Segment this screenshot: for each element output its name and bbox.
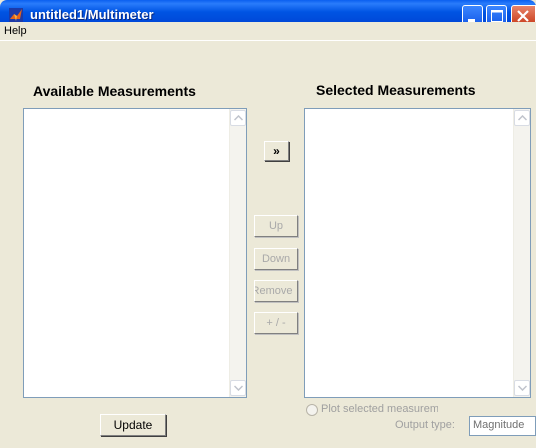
matlab-icon xyxy=(8,7,24,23)
selected-measurements-list[interactable] xyxy=(304,108,531,398)
window-title: untitled1/Multimeter xyxy=(30,7,154,22)
plus-minus-button[interactable]: + / - xyxy=(254,312,298,334)
menu-help[interactable]: Help xyxy=(4,25,27,37)
selected-measurements-heading: Selected Measurements xyxy=(316,82,476,98)
add-measurement-button[interactable]: » xyxy=(264,141,289,161)
chevron-down-icon xyxy=(234,385,243,391)
selected-list-scrollbar[interactable] xyxy=(513,109,530,397)
move-down-button[interactable]: Down xyxy=(254,248,298,270)
remove-button-label: Remove xyxy=(254,285,293,297)
menu-bar: Help xyxy=(0,22,536,40)
available-measurements-list[interactable] xyxy=(23,108,247,398)
scroll-up-button[interactable] xyxy=(230,110,246,126)
chevron-up-icon xyxy=(234,115,243,121)
available-list-scrollbar[interactable] xyxy=(229,109,246,397)
chevron-down-icon xyxy=(518,385,527,391)
plot-selected-label: Plot selected measurements xyxy=(321,403,438,415)
scroll-down-button[interactable] xyxy=(230,380,246,396)
plot-selected-radio[interactable] xyxy=(306,404,318,416)
remove-button[interactable]: Remove xyxy=(254,280,298,302)
scroll-up-button[interactable] xyxy=(514,110,530,126)
available-measurements-heading: Available Measurements xyxy=(33,83,196,99)
menu-divider xyxy=(0,40,536,41)
scroll-down-button[interactable] xyxy=(514,380,530,396)
update-button[interactable]: Update xyxy=(100,414,166,436)
output-type-select[interactable]: Magnitude xyxy=(469,416,536,436)
move-up-button[interactable]: Up xyxy=(254,215,298,237)
chevron-up-icon xyxy=(518,115,527,121)
output-type-label: Output type: xyxy=(395,419,455,431)
